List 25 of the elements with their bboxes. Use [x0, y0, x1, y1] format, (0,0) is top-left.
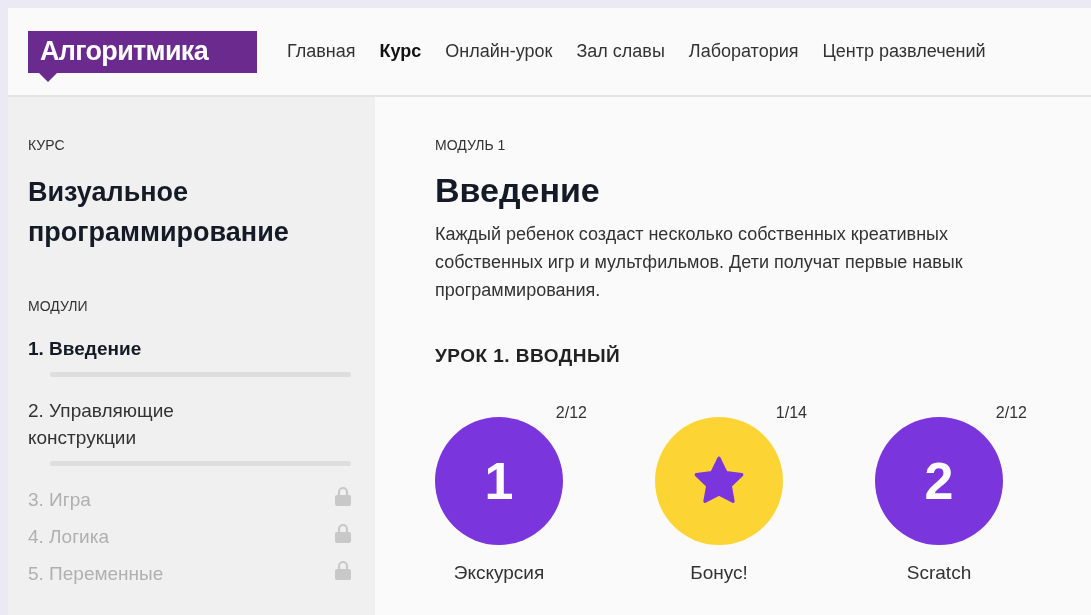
lock-icon	[335, 523, 351, 543]
task-label: Экскурсия	[453, 560, 545, 585]
logo-pointer	[38, 71, 58, 82]
module-item[interactable]: 2. Управляющие конструкции	[28, 397, 228, 451]
lock-icon	[335, 560, 351, 580]
lesson-title: УРОК 1. ВВОДНЫЙ	[435, 344, 622, 368]
course-title: Визуальное программирование	[28, 176, 290, 249]
nav-link[interactable]: Центр развлечений	[822, 38, 986, 65]
star-icon	[693, 455, 745, 506]
nav-link[interactable]: Лаборатория	[688, 38, 799, 65]
module-label: МОДУЛЬ 1	[435, 136, 507, 155]
nav-link[interactable]: Онлайн-урок	[445, 38, 553, 65]
nav-link[interactable]: Главная	[287, 38, 356, 65]
module-item[interactable]: 1. Введение	[28, 335, 228, 362]
module-description: Каждый ребенок создаст несколько собственных креативных собственных игр и мультфильмов. Дети получат первые навык программирования.	[435, 223, 963, 302]
task-counter: 1/14	[775, 402, 807, 423]
course-label: КУРС	[28, 136, 66, 155]
nav-link[interactable]: Зал славы	[576, 38, 665, 65]
lock-icon	[335, 486, 351, 506]
modules-label: МОДУЛИ	[28, 297, 89, 316]
nav-link[interactable]: Курс	[379, 38, 422, 65]
task-label: Бонус!	[690, 560, 748, 585]
task-label: Scratch	[906, 560, 972, 585]
module-title: Введение	[435, 170, 601, 211]
logo[interactable]: Алгоритмика	[28, 30, 257, 73]
